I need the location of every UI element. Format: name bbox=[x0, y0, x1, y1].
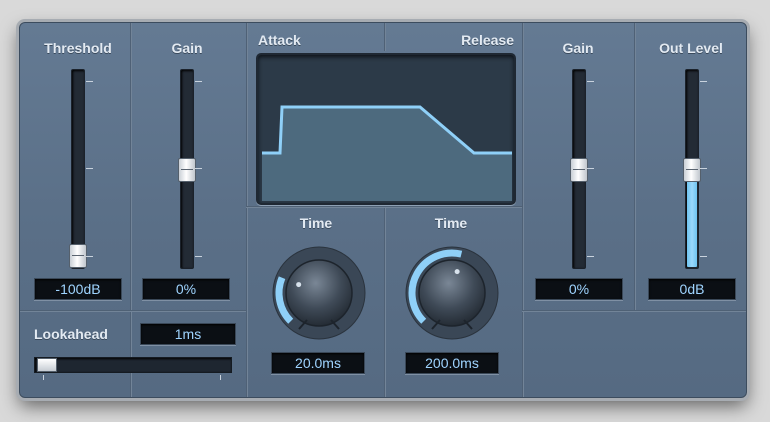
knob-graphic bbox=[272, 246, 366, 340]
out-level-slider-thumb[interactable] bbox=[683, 158, 701, 182]
out-level-value-field[interactable]: 0dB bbox=[648, 278, 736, 300]
separator bbox=[20, 310, 246, 312]
noise-gate-plugin-panel: Threshold -100dB Gain 0% Lookahead 1ms A… bbox=[19, 22, 747, 398]
separator bbox=[634, 23, 636, 311]
gain-right-label: Gain bbox=[562, 40, 594, 56]
tick bbox=[700, 256, 707, 257]
threshold-slider-thumb[interactable] bbox=[69, 244, 87, 268]
gain-left-slider-thumb[interactable] bbox=[178, 158, 196, 182]
tick bbox=[86, 81, 93, 82]
tick bbox=[195, 256, 202, 257]
threshold-value-field[interactable]: -100dB bbox=[34, 278, 122, 300]
separator bbox=[522, 310, 746, 312]
tick bbox=[700, 81, 707, 82]
tick bbox=[195, 81, 202, 82]
gain-left-label: Gain bbox=[171, 40, 203, 56]
tick bbox=[195, 168, 202, 169]
out-level-label: Out Level bbox=[659, 40, 723, 56]
tick bbox=[86, 256, 93, 257]
gain-right-value-field[interactable]: 0% bbox=[535, 278, 623, 300]
attack-time-value-field[interactable]: 20.0ms bbox=[271, 352, 365, 374]
envelope-graph-display bbox=[256, 53, 516, 205]
lookahead-value-field[interactable]: 1ms bbox=[140, 323, 236, 345]
envelope-curve bbox=[262, 105, 512, 201]
release-time-value-field[interactable]: 200.0ms bbox=[405, 352, 499, 374]
release-time-label: Time bbox=[434, 215, 468, 231]
lookahead-slider-thumb[interactable] bbox=[37, 358, 57, 372]
separator bbox=[384, 208, 386, 397]
out-level-fill bbox=[687, 169, 697, 267]
gain-right-slider-thumb[interactable] bbox=[570, 158, 588, 182]
lookahead-slider[interactable] bbox=[34, 357, 232, 373]
tick bbox=[43, 375, 44, 380]
tick bbox=[86, 168, 93, 169]
knob-graphic bbox=[405, 246, 499, 340]
attack-time-label: Time bbox=[299, 215, 333, 231]
lookahead-label: Lookahead bbox=[34, 326, 108, 342]
attack-time-knob[interactable] bbox=[269, 243, 369, 343]
separator bbox=[130, 23, 132, 397]
separator bbox=[522, 23, 524, 397]
attack-label: Attack bbox=[258, 32, 301, 48]
separator bbox=[384, 23, 386, 51]
threshold-label: Threshold bbox=[44, 40, 112, 56]
threshold-slider-track[interactable] bbox=[69, 69, 87, 269]
out-level-slider-track[interactable] bbox=[683, 69, 701, 269]
gain-left-slider-track[interactable] bbox=[178, 69, 196, 269]
tick bbox=[587, 256, 594, 257]
tick bbox=[220, 375, 221, 380]
gain-left-value-field[interactable]: 0% bbox=[142, 278, 230, 300]
separator bbox=[246, 23, 248, 397]
gain-right-slider-track[interactable] bbox=[570, 69, 588, 269]
tick bbox=[700, 168, 707, 169]
release-time-knob[interactable] bbox=[402, 243, 502, 343]
tick bbox=[587, 81, 594, 82]
tick bbox=[587, 168, 594, 169]
release-label: Release bbox=[461, 32, 514, 48]
